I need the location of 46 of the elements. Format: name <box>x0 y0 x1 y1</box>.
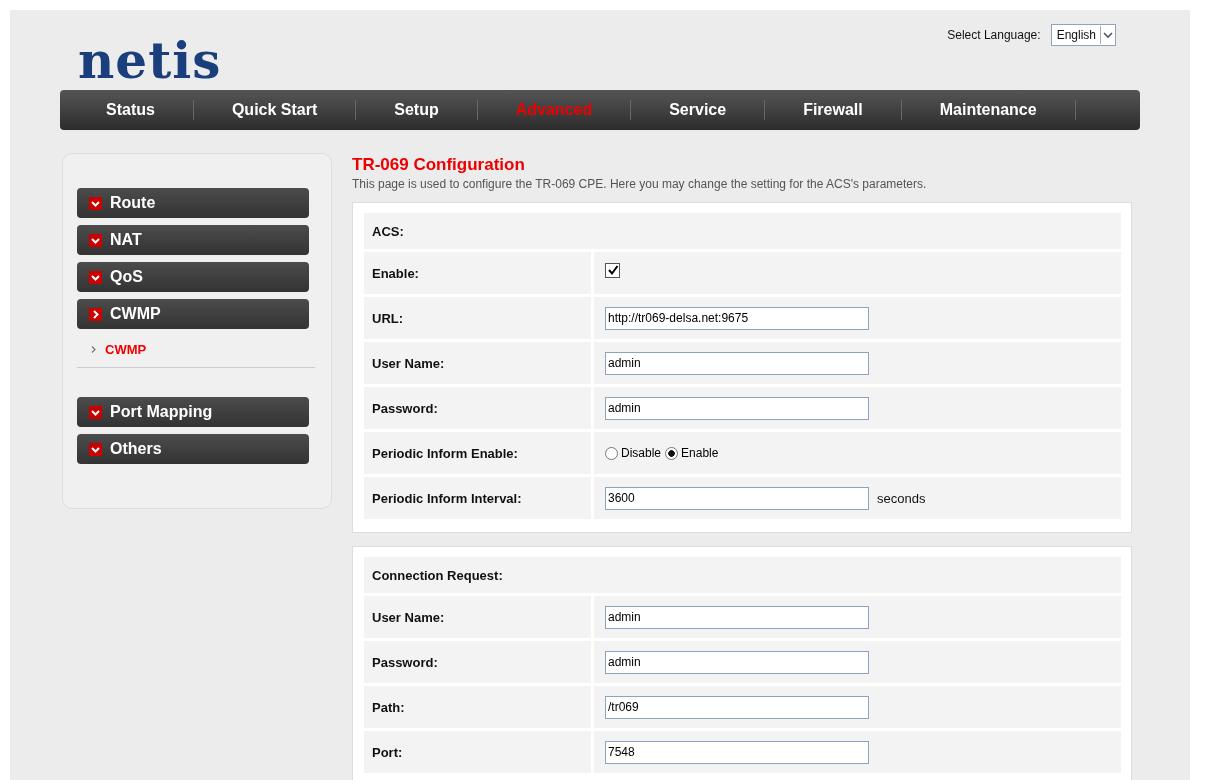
field-label: Password: <box>364 641 591 683</box>
text-input[interactable]: admin <box>605 396 869 420</box>
field-label: Port: <box>364 731 591 773</box>
nav-tab[interactable]: Service <box>631 101 765 119</box>
caret-icon <box>1100 26 1115 44</box>
sidebar-menu-item[interactable]: Others <box>77 434 309 464</box>
field-label: User Name: <box>364 596 591 638</box>
page-title: TR-069 Configuration <box>352 155 526 175</box>
text-input[interactable]: /tr069 <box>605 695 869 719</box>
unit-label: seconds <box>877 490 926 506</box>
text-input[interactable]: http://tr069-delsa.net:9675 <box>605 306 869 330</box>
language-label: Select Language: <box>947 28 1041 42</box>
chevron-right-icon <box>91 346 96 353</box>
sidebar-menu-item[interactable]: Route <box>77 188 309 218</box>
field-label: User Name: <box>364 342 591 384</box>
sidebar-subitem[interactable]: CWMP <box>105 342 147 357</box>
field-label: Periodic Inform Interval: <box>364 477 591 519</box>
field-label: Periodic Inform Enable: <box>364 432 591 474</box>
text-input[interactable]: admin <box>605 650 869 674</box>
sidebar-menu-item[interactable]: QoS <box>77 262 309 292</box>
nav-tab[interactable]: Maintenance <box>901 101 1075 119</box>
enable-checkbox[interactable] <box>605 262 620 278</box>
nav-tab[interactable]: Setup <box>356 101 477 119</box>
page-description: This page is used to configure the TR-069 CPE. Here you may change the setting for the ACS's parameters. <box>352 177 928 191</box>
nav-tab[interactable]: Quick Start <box>193 101 356 119</box>
radio-button[interactable] <box>605 446 618 460</box>
radio-label: Enable <box>681 446 719 460</box>
sidebar-menu-item[interactable]: CWMP <box>77 299 309 329</box>
netis-logo: netis <box>78 36 222 86</box>
text-input[interactable]: 7548 <box>605 740 869 764</box>
text-input[interactable]: 3600 <box>605 486 869 510</box>
radio-label: Disable <box>621 446 662 460</box>
nav-tab[interactable]: Firewall <box>765 101 901 119</box>
sidebar-menu-item[interactable]: NAT <box>77 225 309 255</box>
section-heading: Connection Request: <box>364 557 1121 593</box>
text-input[interactable]: admin <box>605 351 869 375</box>
field-label: Enable: <box>364 252 591 294</box>
sidebar-menu-item[interactable]: Port Mapping <box>77 397 309 427</box>
language-select[interactable]: English <box>1050 24 1116 46</box>
text-input[interactable]: admin <box>605 605 869 629</box>
field-label: Path: <box>364 686 591 728</box>
section-heading: ACS: <box>364 213 1121 249</box>
field-label: Password: <box>364 387 591 429</box>
field-label: URL: <box>364 297 591 339</box>
nav-tab[interactable]: Status <box>68 101 193 119</box>
radio-button[interactable] <box>665 446 679 460</box>
